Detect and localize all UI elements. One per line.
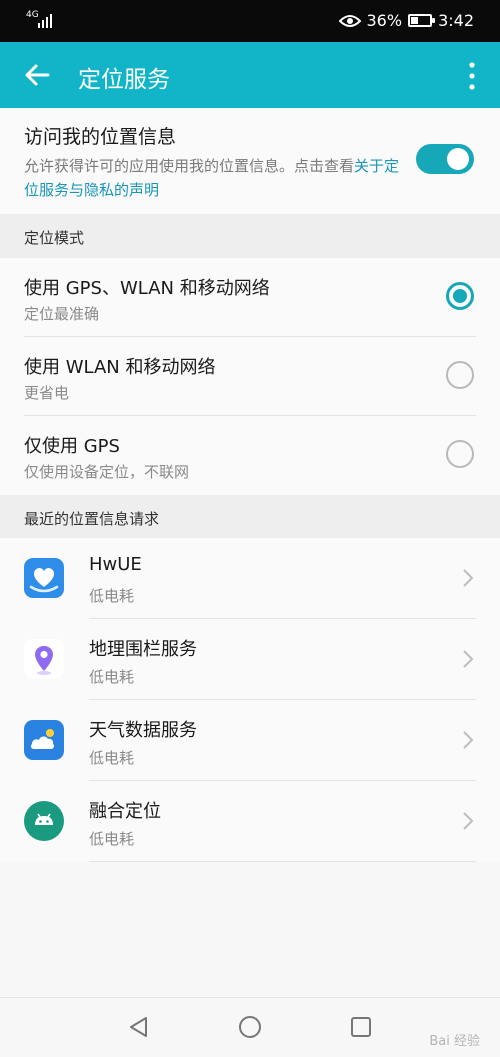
chevron-right-icon (463, 650, 474, 668)
recent-requests-list: HwUE 低电耗 地理围栏服务 低电耗 天气数据服务 低电耗 融合定位 低电耗 (0, 538, 500, 862)
battery-icon (408, 14, 436, 27)
access-location-row[interactable]: 访问我的位置信息 允许获得许可的应用使用我的位置信息。点击查看关于定位服务与隐私… (0, 108, 500, 214)
location-mode-list: 使用 GPS、WLAN 和移动网络 定位最准确 使用 WLAN 和移动网络 更省… (0, 258, 500, 495)
app-name: HwUE (89, 554, 142, 575)
system-nav-bar: Bai 经验 (0, 997, 500, 1057)
section-header-location-mode: 定位模式 (0, 214, 500, 258)
android-app-icon (24, 801, 64, 841)
list-item[interactable]: HwUE 低电耗 (0, 538, 500, 619)
back-triangle-icon[interactable] (126, 1014, 152, 1040)
mode-option-gps-only[interactable]: 仅使用 GPS 仅使用设备定位，不联网 (0, 416, 500, 495)
radio-button[interactable] (446, 440, 474, 468)
signal-icon (38, 12, 52, 28)
location-pin-app-icon (24, 639, 64, 679)
toggle-knob (447, 148, 469, 170)
clock: 3:42 (438, 11, 474, 30)
section-header-label: 最近的位置信息请求 (24, 510, 160, 528)
chevron-right-icon (463, 812, 474, 830)
app-usage: 低电耗 (89, 749, 135, 767)
watermark: Bai 经验 (429, 1034, 480, 1049)
mode-title: 仅使用 GPS (24, 436, 120, 457)
chevron-right-icon (463, 569, 474, 587)
mode-option-wlan-mobile[interactable]: 使用 WLAN 和移动网络 更省电 (0, 337, 500, 416)
eye-icon (338, 14, 361, 27)
arrow-left-icon[interactable] (22, 59, 54, 91)
access-location-description: 允许获得许可的应用使用我的位置信息。点击查看关于定位服务与隐私的声明 (24, 154, 404, 202)
mode-subtitle: 定位最准确 (24, 305, 100, 323)
app-bar: 定位服务 (0, 42, 500, 108)
page-title: 定位服务 (78, 67, 170, 93)
radio-button[interactable] (446, 361, 474, 389)
mode-title: 使用 WLAN 和移动网络 (24, 357, 216, 378)
divider (89, 861, 476, 862)
more-vertical-icon[interactable] (466, 60, 478, 92)
app-name: 融合定位 (89, 801, 161, 822)
mode-option-gps-wlan-mobile[interactable]: 使用 GPS、WLAN 和移动网络 定位最准确 (0, 258, 500, 337)
mode-title: 使用 GPS、WLAN 和移动网络 (24, 278, 270, 299)
mode-subtitle: 仅使用设备定位，不联网 (24, 463, 190, 481)
radio-button-selected[interactable] (446, 282, 474, 310)
battery-percent: 36% (366, 11, 403, 30)
section-header-recent-requests: 最近的位置信息请求 (0, 495, 500, 539)
access-location-title: 访问我的位置信息 (24, 126, 177, 148)
section-header-label: 定位模式 (24, 229, 85, 247)
mode-subtitle: 更省电 (24, 384, 70, 402)
weather-app-icon (24, 720, 64, 760)
hwue-app-icon (24, 558, 64, 598)
home-circle-icon[interactable] (237, 1014, 263, 1040)
app-name: 地理围栏服务 (89, 639, 197, 660)
app-name: 天气数据服务 (89, 720, 197, 741)
chevron-right-icon (463, 731, 474, 749)
list-item[interactable]: 地理围栏服务 低电耗 (0, 619, 500, 700)
recents-square-icon[interactable] (348, 1014, 374, 1040)
list-item[interactable]: 天气数据服务 低电耗 (0, 700, 500, 781)
location-access-toggle[interactable] (416, 144, 474, 174)
access-description-text: 允许获得许可的应用使用我的位置信息。点击查看 (24, 157, 355, 175)
list-item[interactable]: 融合定位 低电耗 (0, 781, 500, 862)
app-usage: 低电耗 (89, 587, 135, 605)
app-usage: 低电耗 (89, 668, 135, 686)
network-type: 4G (26, 10, 39, 20)
status-bar: 4G 36% 3:42 (0, 0, 500, 42)
app-usage: 低电耗 (89, 830, 135, 848)
